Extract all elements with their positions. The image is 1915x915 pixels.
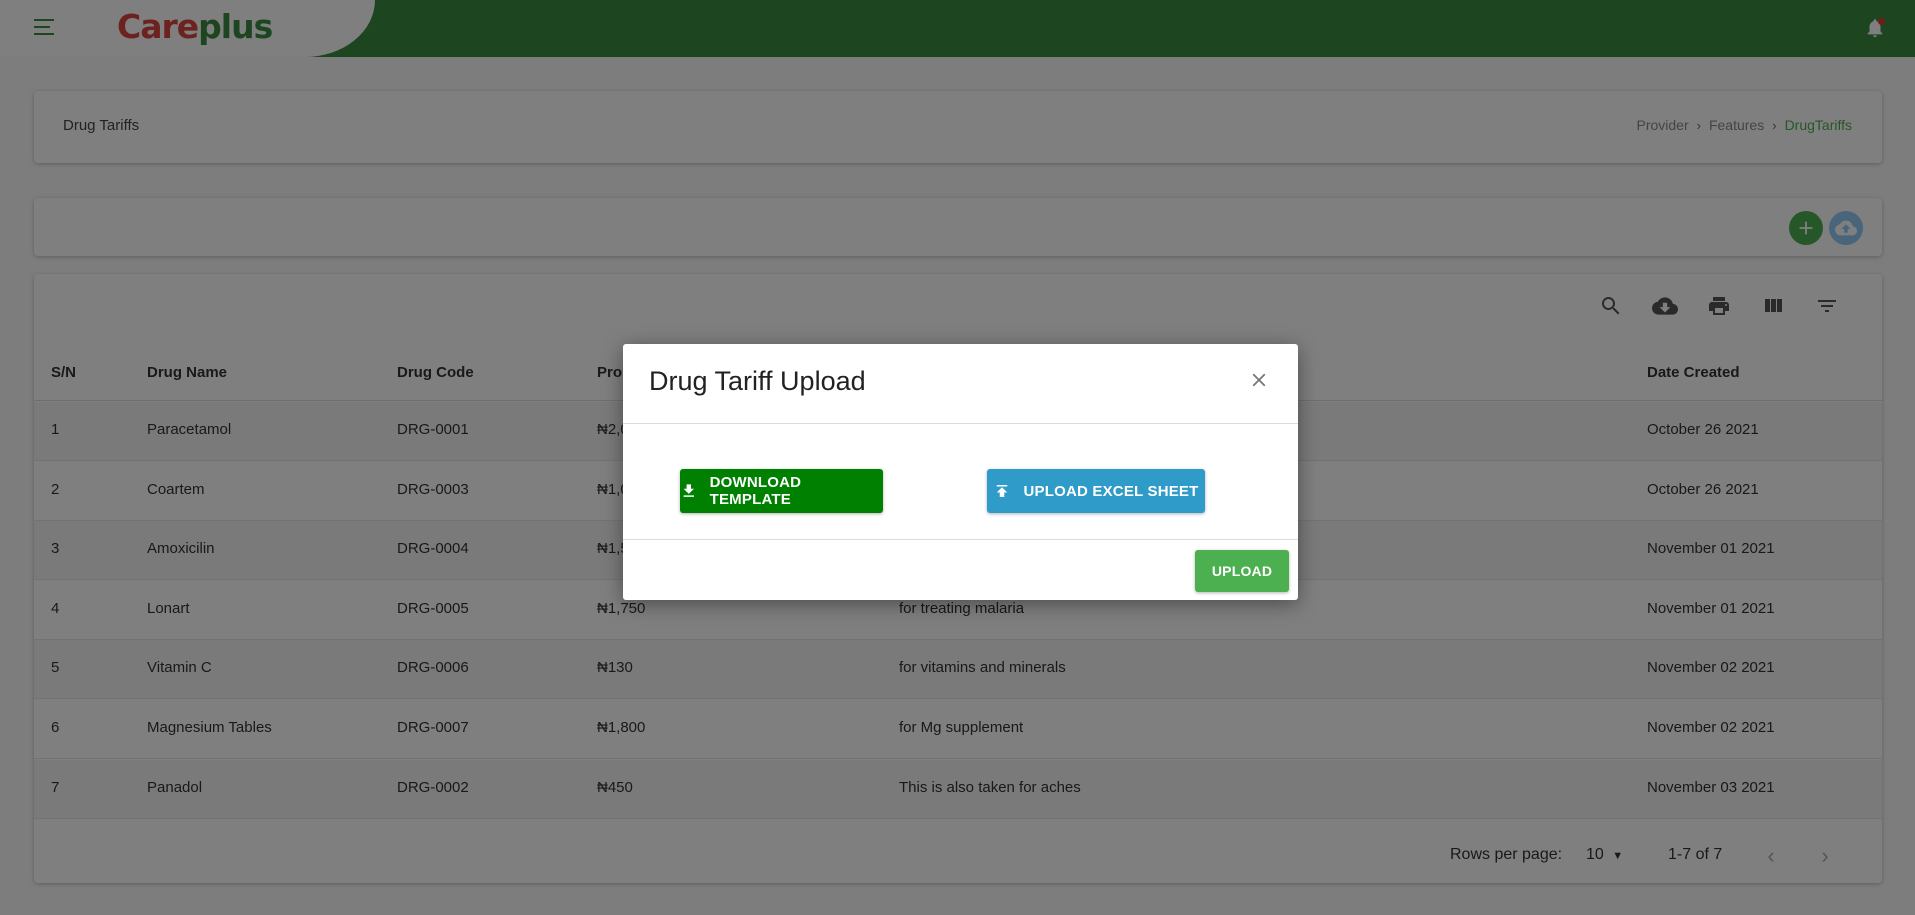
download-icon xyxy=(683,484,694,497)
upload-button[interactable]: UPLOAD xyxy=(1195,550,1289,592)
download-template-label: DOWNLOAD TEMPLATE xyxy=(709,474,802,508)
dialog-divider-top xyxy=(623,423,1298,424)
dialog-divider-bottom xyxy=(623,539,1298,540)
dialog-title: Drug Tariff Upload xyxy=(649,366,866,396)
upload-excel-sheet-label: UPLOAD EXCEL SHEET xyxy=(1023,482,1199,500)
close-icon[interactable] xyxy=(1247,368,1271,392)
upload-excel-sheet-button[interactable]: UPLOAD EXCEL SHEET xyxy=(987,469,1205,513)
download-template-button[interactable]: DOWNLOAD TEMPLATE xyxy=(680,469,883,513)
drug-tariff-upload-dialog: Drug Tariff Upload DOWNLOAD TEMPLATE UPL… xyxy=(623,344,1298,600)
upload-icon xyxy=(997,485,1008,497)
